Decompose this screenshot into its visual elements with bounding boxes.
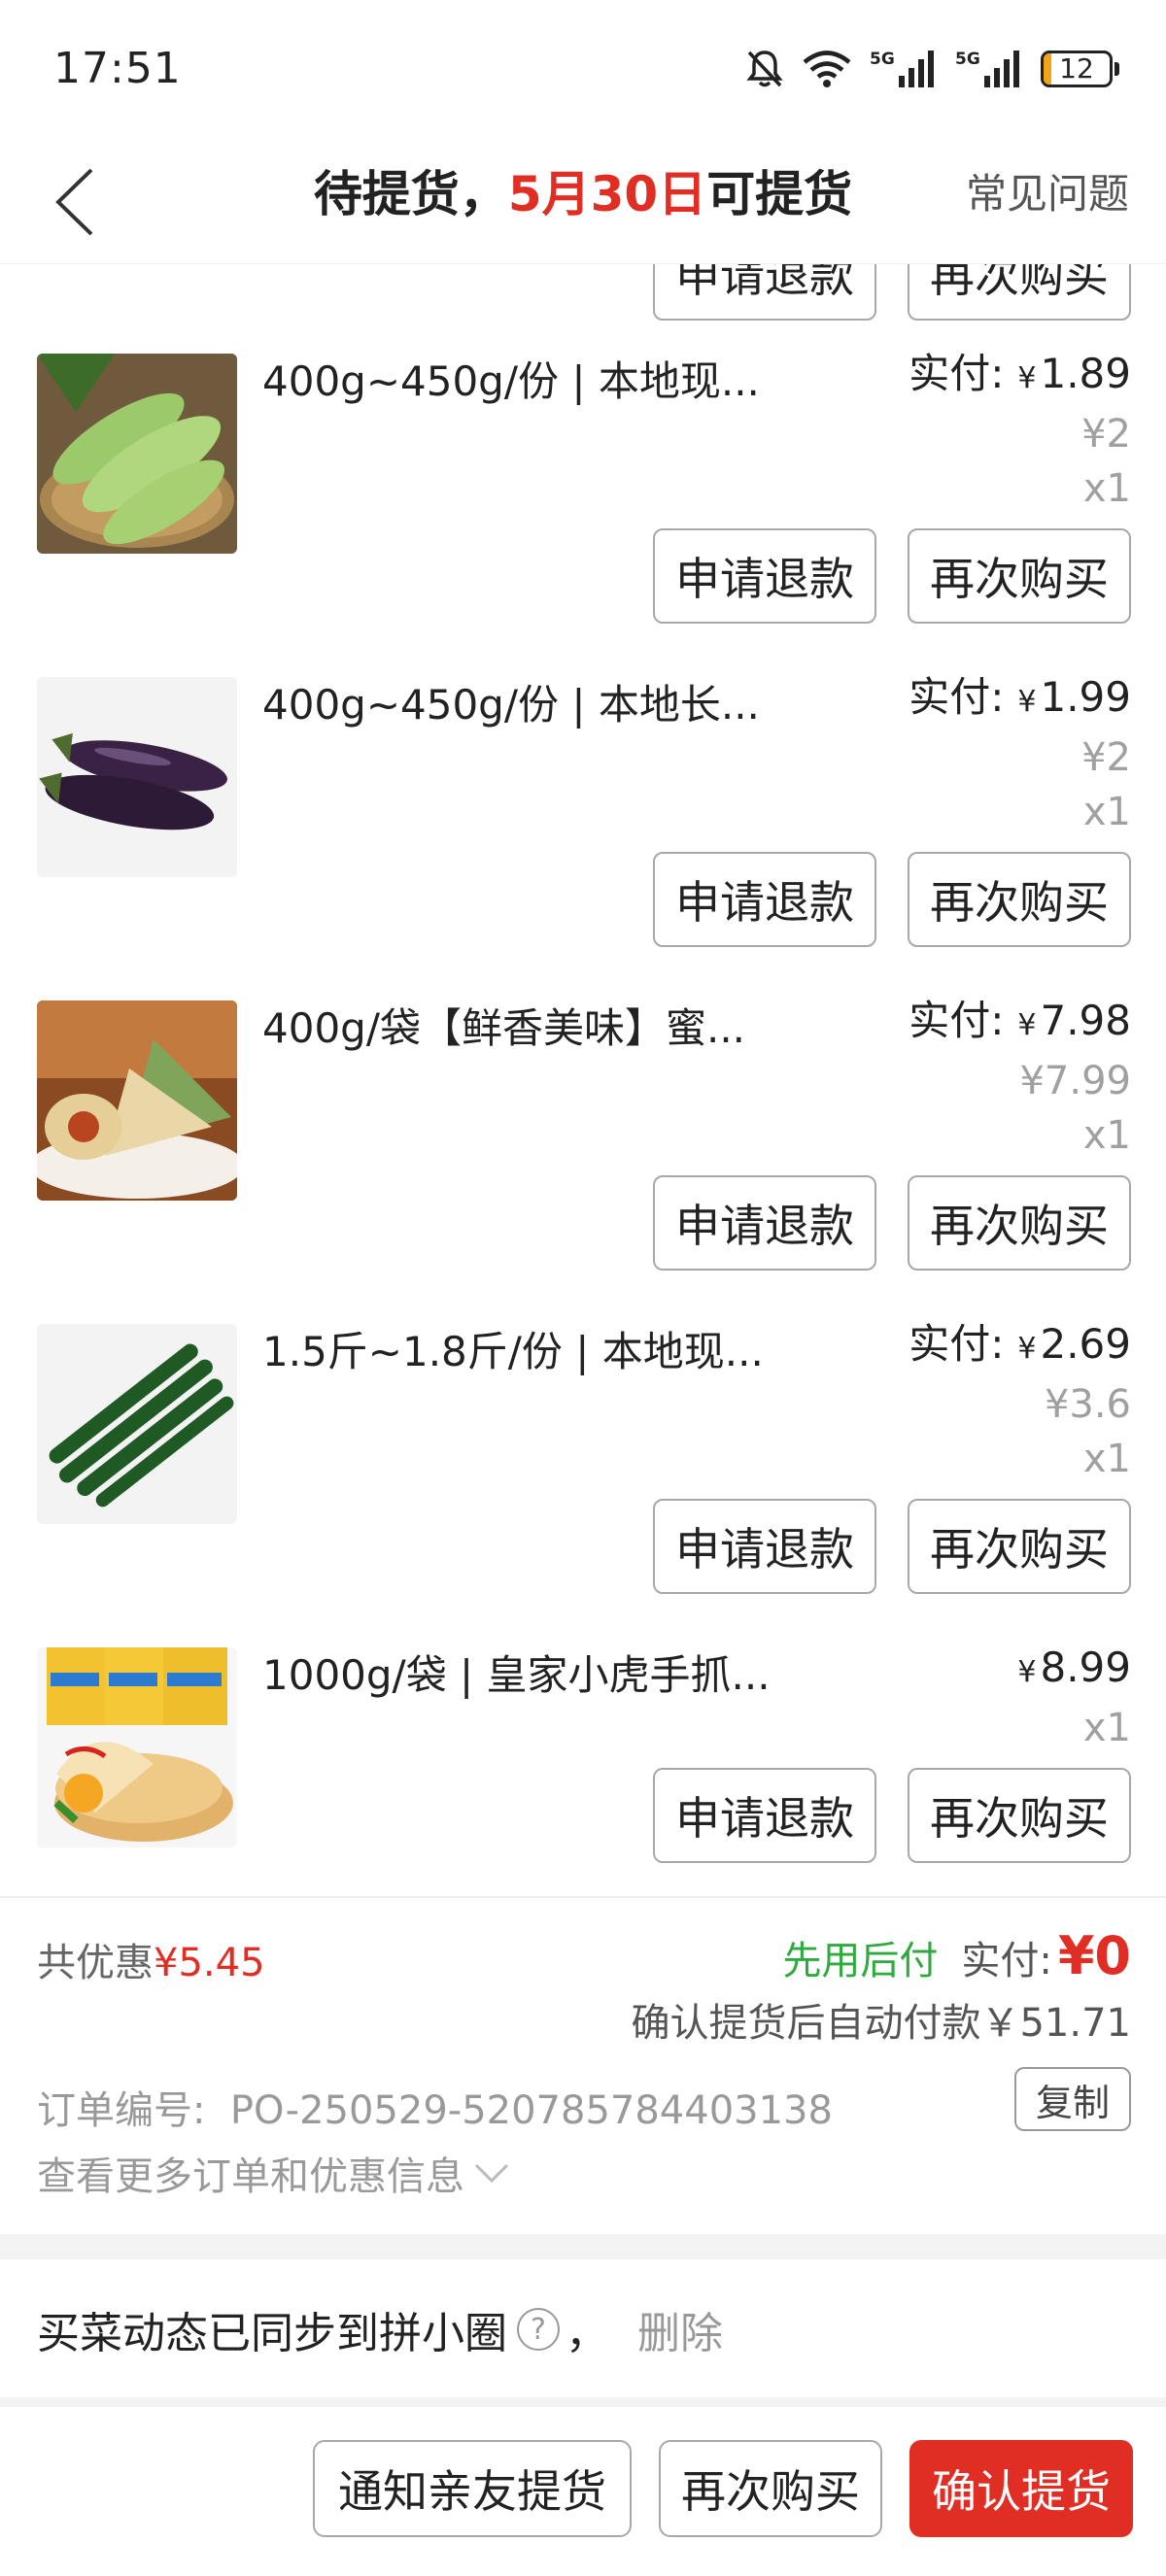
currency-symbol: ¥: [1017, 1655, 1037, 1689]
title-suffix: 可提货: [706, 166, 853, 222]
battery-icon: 12: [1041, 51, 1119, 87]
quantity: x1: [1082, 466, 1131, 511]
paid-amount: 2.69: [1040, 1320, 1131, 1368]
order-label: 订单编号:: [37, 2088, 206, 2133]
price-block: 实付: ¥1.89 ¥2 x1: [909, 346, 1131, 516]
order-item[interactable]: 400g~450g/份 | 本地长... 实付: ¥1.99 ¥2 x1 申请退款…: [0, 588, 1166, 947]
help-icon[interactable]: ?: [517, 2308, 560, 2351]
status-time: 17:51: [53, 44, 182, 93]
paid-amount: ¥0: [1057, 1925, 1131, 1986]
product-thumbnail[interactable]: [37, 354, 237, 554]
title-prefix: 待提货，: [313, 166, 508, 222]
rebuy-button[interactable]: 再次购买: [908, 1768, 1131, 1863]
item-name[interactable]: 400g~450g/份 | 本地长...: [262, 677, 760, 733]
paid-label: 实付:: [909, 350, 1005, 397]
product-thumbnail[interactable]: [37, 677, 237, 877]
discount-total: 共优惠¥5.45: [37, 1931, 265, 1987]
order-item[interactable]: 400g~450g/份 | 本地现... 实付: ¥1.89 ¥2 x1 申请退款…: [0, 264, 1166, 624]
item-name[interactable]: 1.5斤~1.8斤/份 | 本地现...: [262, 1324, 764, 1380]
more-order-info[interactable]: 查看更多订单和优惠信息: [37, 2145, 511, 2201]
section-divider: [0, 2397, 1166, 2407]
nav-bar: 待提货，5月30日可提货 常见问题: [0, 146, 1166, 264]
paid-label: 实付:: [909, 997, 1005, 1044]
signal-icon-2: 5G: [955, 50, 1019, 87]
paid-amount: 1.89: [1040, 350, 1131, 397]
paid-price: 实付: ¥2.69: [909, 1316, 1131, 1377]
paid-label: 实付:: [961, 1939, 1052, 1983]
sync-text: 买菜动态已同步到拼小圈 ? ， 删除: [37, 2298, 723, 2360]
paid-price: 实付: ¥1.99: [909, 669, 1131, 730]
original-price: ¥2: [1081, 735, 1131, 780]
network-label: 5G: [870, 50, 895, 69]
section-divider: [0, 2234, 1166, 2259]
paid-price: 实付: ¥7.98: [909, 993, 1131, 1054]
notify-friends-button[interactable]: 通知亲友提货: [313, 2440, 632, 2537]
quantity: x1: [1082, 1706, 1131, 1750]
sync-notice: 买菜动态已同步到拼小圈 ? ， 删除: [0, 2259, 1166, 2397]
wifi-icon: [803, 51, 851, 87]
sync-message: 买菜动态已同步到拼小圈: [37, 2309, 507, 2358]
order-item[interactable]: 1000g/袋 | 皇家小虎手抓... ¥8.99 x1 申请退款 再次购买: [0, 1558, 1166, 1888]
more-info-label: 查看更多订单和优惠信息: [37, 2154, 464, 2199]
quantity: x1: [1082, 1437, 1131, 1481]
order-item-list: 申请退款 再次购买 400g~450g/份 | 本地现... 实付: ¥1.89 …: [0, 264, 1166, 1896]
delete-link[interactable]: 删除: [637, 2298, 723, 2360]
refund-button[interactable]: 申请退款: [653, 1768, 876, 1863]
item-name[interactable]: 1000g/袋 | 皇家小虎手抓...: [262, 1647, 771, 1704]
paid-price: 实付: ¥1.89: [909, 346, 1131, 407]
price-block: ¥8.99 x1: [1004, 1640, 1131, 1755]
rebuy-all-button[interactable]: 再次购买: [659, 2440, 882, 2537]
order-number: 订单编号: PO-250529-520785784403138: [37, 2079, 833, 2135]
sync-comma: ，: [566, 2309, 608, 2358]
discount-amount: ¥5.45: [154, 1941, 265, 1985]
discount-label: 共优惠: [37, 1941, 154, 1985]
paid-amount: 8.99: [1040, 1644, 1131, 1691]
original-price: ¥7.99: [1019, 1059, 1131, 1103]
price-block: 实付: ¥7.98 ¥7.99 x1: [909, 993, 1131, 1163]
price-block: 实付: ¥2.69 ¥3.6 x1: [909, 1316, 1131, 1486]
order-number-value: PO-250529-520785784403138: [229, 2088, 833, 2133]
paid-label: 实付:: [909, 673, 1005, 721]
currency-symbol: ¥: [1017, 685, 1037, 719]
status-icons: 5G 5G 12: [745, 49, 1119, 89]
bottom-actions: 通知亲友提货 再次购买 确认提货: [313, 2440, 1133, 2537]
item-name[interactable]: 400g/袋【鲜香美味】蜜...: [262, 1000, 745, 1057]
item-name[interactable]: 400g~450g/份 | 本地现...: [262, 354, 760, 410]
order-summary: 共优惠¥5.45 先用后付 实付: ¥0 确认提货后自动付款￥51.71 订单编号:…: [0, 1896, 1166, 2234]
pay-later-label: 先用后付: [782, 1939, 939, 1983]
price-block: 实付: ¥1.99 ¥2 x1: [909, 669, 1131, 839]
payment-line: 先用后付 实付: ¥0: [782, 1925, 1131, 1986]
auto-pay-note: 确认提货后自动付款￥51.71: [631, 2001, 1131, 2046]
paid-price: ¥8.99: [1004, 1640, 1131, 1701]
quantity: x1: [1082, 1113, 1131, 1158]
bottom-action-bar: 通知亲友提货 再次购买 确认提货: [0, 2407, 1166, 2576]
paid-amount: 1.99: [1040, 673, 1131, 721]
original-price: ¥2: [1081, 412, 1131, 457]
paid-amount: 7.98: [1040, 997, 1131, 1044]
currency-symbol: ¥: [1017, 361, 1037, 395]
original-price: ¥3.6: [1044, 1382, 1131, 1427]
order-item[interactable]: 400g/袋【鲜香美味】蜜... 实付: ¥7.98 ¥7.99 x1 申请退款 …: [0, 911, 1166, 1271]
paid-label: 实付:: [909, 1320, 1005, 1368]
order-item[interactable]: 1.5斤~1.8斤/份 | 本地现... 实付: ¥2.69 ¥3.6 x1 申请…: [0, 1235, 1166, 1594]
signal-icon: 5G: [870, 50, 934, 87]
currency-symbol: ¥: [1017, 1332, 1037, 1366]
battery-level: 12: [1059, 52, 1094, 85]
faq-link[interactable]: 常见问题: [966, 165, 1129, 223]
quantity: x1: [1082, 790, 1131, 834]
product-thumbnail[interactable]: [37, 1324, 237, 1524]
confirm-pickup-button[interactable]: 确认提货: [909, 2440, 1133, 2537]
status-bar: 17:51 5G 5G 12: [0, 0, 1166, 146]
product-thumbnail[interactable]: [37, 1647, 237, 1847]
mute-icon: [746, 51, 783, 87]
item-actions: 申请退款 再次购买: [653, 1768, 1131, 1863]
currency-symbol: ¥: [1017, 1008, 1037, 1042]
network-label-2: 5G: [955, 50, 980, 69]
product-thumbnail[interactable]: [37, 1000, 237, 1201]
copy-button[interactable]: 复制: [1014, 2067, 1131, 2131]
chevron-down-icon: [474, 2163, 509, 2184]
pickup-date: 5月30日: [507, 166, 707, 222]
